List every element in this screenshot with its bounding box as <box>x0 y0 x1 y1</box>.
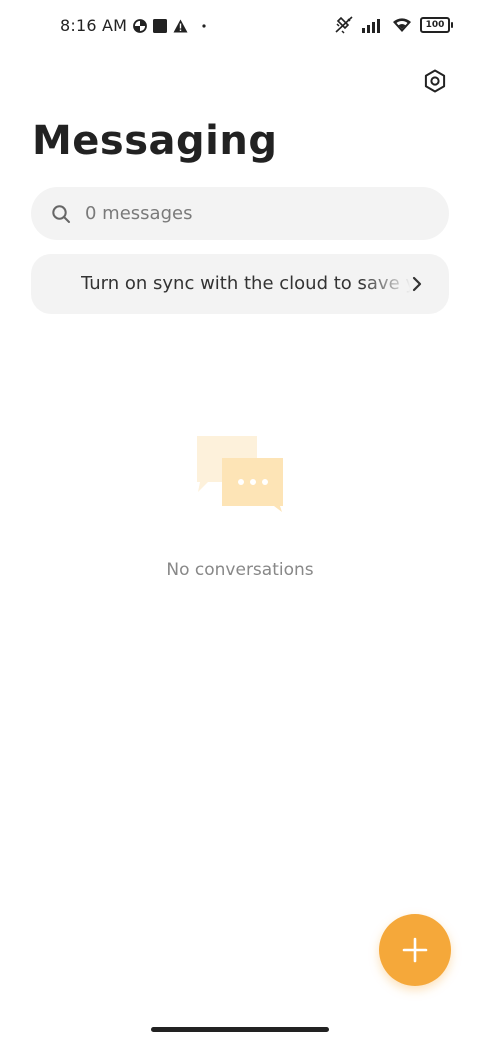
status-left: 8:16 AM <box>60 16 206 35</box>
dot-icon <box>202 23 206 28</box>
messaging-screen: 8:16 AM 100 Messaging 0 messages Turn on… <box>0 0 480 1040</box>
chevron-right-icon <box>407 274 427 294</box>
plus-icon <box>401 936 429 964</box>
home-indicator[interactable] <box>151 1027 329 1032</box>
settings-button[interactable] <box>420 66 450 96</box>
battery-icon: 100 <box>420 17 453 33</box>
vibrate-off-icon <box>334 16 354 34</box>
status-bar: 8:16 AM 100 <box>0 0 480 56</box>
chat-bubbles-icon <box>194 434 286 514</box>
square-notification-icon <box>153 18 168 33</box>
wifi-icon <box>392 17 412 33</box>
page-title: Messaging <box>32 118 278 164</box>
data-saver-icon <box>133 18 148 33</box>
new-message-button[interactable] <box>379 914 451 986</box>
status-time: 8:16 AM <box>60 16 128 35</box>
warning-icon <box>173 19 188 33</box>
settings-hexagon-icon <box>423 69 447 93</box>
empty-state-text: No conversations <box>166 560 314 580</box>
search-icon <box>51 204 71 224</box>
status-right: 100 <box>334 16 453 34</box>
sync-banner[interactable]: Turn on sync with the cloud to save your… <box>31 254 449 314</box>
signal-icon <box>362 17 384 33</box>
search-input[interactable] <box>83 202 407 225</box>
search-bar[interactable] <box>31 187 449 240</box>
sync-banner-text: Turn on sync with the cloud to save your… <box>81 273 411 294</box>
